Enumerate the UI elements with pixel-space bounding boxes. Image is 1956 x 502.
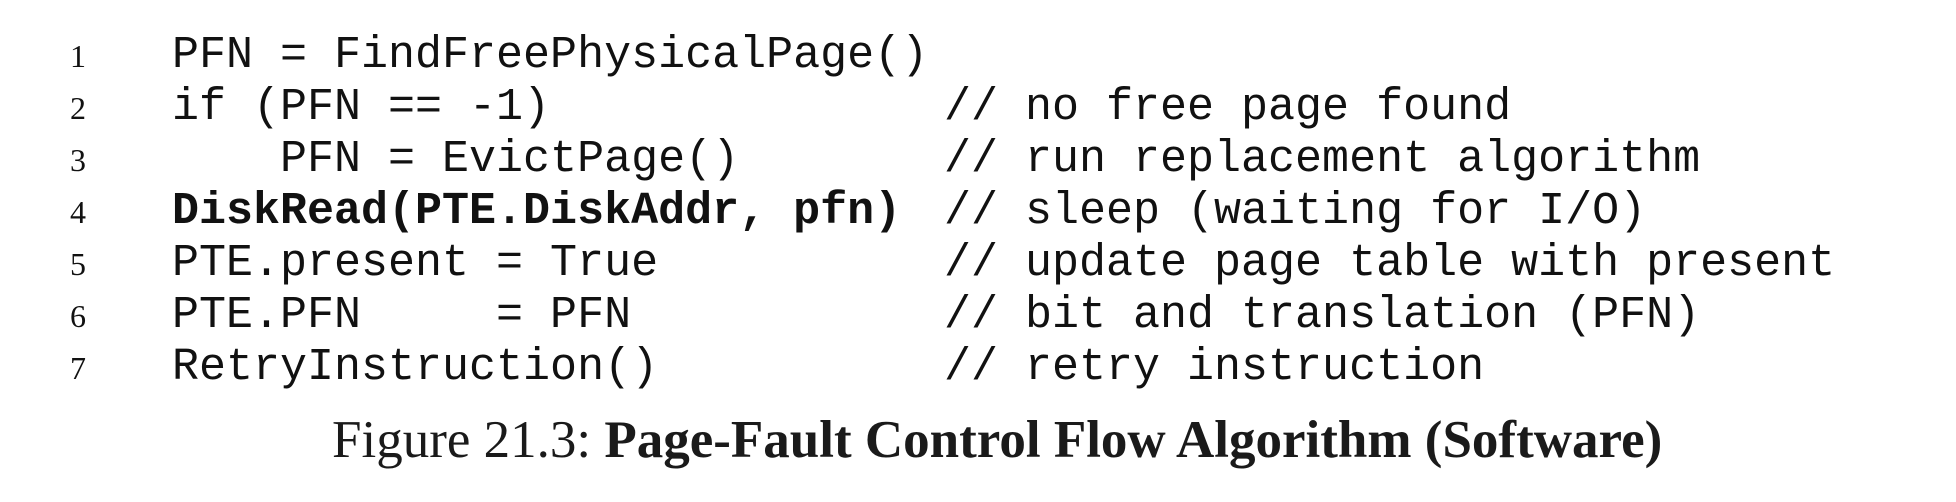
code-text: PTE.present = True — [172, 238, 659, 289]
code-text: PTE.PFN = PFN — [172, 290, 632, 341]
code-comment: // sleep (waiting for I/O) — [944, 186, 1647, 237]
code-text: PFN = EvictPage() — [172, 134, 740, 185]
code-line-4: 4 DiskRead(PTE.DiskAddr, pfn) // sleep (… — [0, 186, 1956, 238]
code-text: PFN = FindFreePhysicalPage() — [172, 30, 929, 81]
code-line-2: 2 if (PFN == -1) // no free page found — [0, 82, 1956, 134]
code-comment: // run replacement algorithm — [944, 134, 1701, 185]
line-number: 6 — [70, 298, 86, 334]
line-number: 4 — [70, 194, 86, 230]
line-number: 5 — [70, 246, 86, 282]
code-line-3: 3 PFN = EvictPage() // run replacement a… — [0, 134, 1956, 186]
code-text: RetryInstruction() — [172, 342, 659, 393]
figure-title: Page-Fault Control Flow Algorithm (Softw… — [604, 411, 1663, 469]
code-line-6: 6 PTE.PFN = PFN // bit and translation (… — [0, 290, 1956, 342]
line-number: 3 — [70, 142, 86, 178]
code-comment: // update page table with present — [944, 238, 1836, 289]
line-number: 7 — [70, 350, 86, 386]
code-comment: // bit and translation (PFN) — [944, 290, 1701, 341]
code-line-5: 5 PTE.present = True // update page tabl… — [0, 238, 1956, 290]
code-comment: // no free page found — [944, 82, 1512, 133]
figure-caption: Figure 21.3: Page-Fault Control Flow Alg… — [332, 410, 1662, 470]
figure-label: Figure 21.3: — [332, 411, 592, 469]
code-line-1: 1 PFN = FindFreePhysicalPage() — [0, 30, 1956, 82]
code-line-7: 7 RetryInstruction() // retry instructio… — [0, 342, 1956, 394]
line-number: 1 — [70, 38, 86, 74]
code-text: DiskRead(PTE.DiskAddr, pfn) — [172, 186, 902, 237]
code-text: if (PFN == -1) — [172, 82, 551, 133]
line-number: 2 — [70, 90, 86, 126]
code-comment: // retry instruction — [944, 342, 1485, 393]
